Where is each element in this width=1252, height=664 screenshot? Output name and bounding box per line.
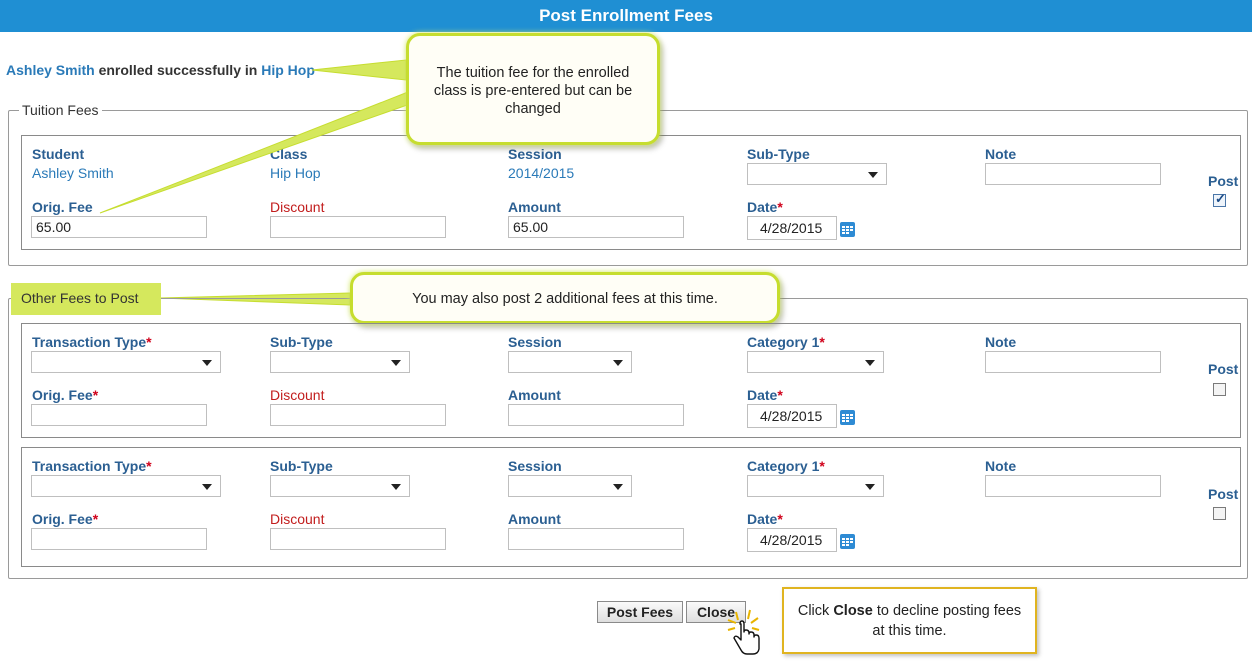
amount-label: Amount <box>508 387 561 403</box>
session-select[interactable] <box>508 351 632 373</box>
other-fees-callout: You may also post 2 additional fees at t… <box>350 272 780 324</box>
amount-input[interactable] <box>508 404 684 426</box>
post-label: Post <box>1208 361 1239 377</box>
close-tip-box: Click Close to decline posting fees at t… <box>782 587 1037 654</box>
category-label: Category 1* <box>747 458 825 474</box>
orig-fee-input[interactable] <box>31 404 207 426</box>
note-label: Note <box>985 458 1017 474</box>
other-fees-callout-text: You may also post 2 additional fees at t… <box>412 291 718 307</box>
transaction-type-select[interactable] <box>31 475 221 497</box>
calendar-icon[interactable] <box>840 410 855 425</box>
post-checkbox[interactable] <box>1213 507 1226 520</box>
session-label: Session <box>508 458 562 474</box>
discount-label: Discount <box>270 387 325 403</box>
tuition-callout-pointer <box>99 91 411 214</box>
chevron-down-icon <box>865 484 875 490</box>
post-checkbox[interactable] <box>1213 383 1226 396</box>
chevron-down-icon <box>202 360 212 366</box>
subtype-label: Sub-Type <box>270 334 333 350</box>
tuition-callout-text: The tuition fee for the enrolled class i… <box>433 65 633 117</box>
note-label: Note <box>985 334 1017 350</box>
tuition-callout: The tuition fee for the enrolled class i… <box>406 33 660 145</box>
chevron-down-icon <box>613 360 623 366</box>
discount-input[interactable] <box>270 404 446 426</box>
category-select[interactable] <box>747 475 884 497</box>
date-input[interactable]: 4/28/2015 <box>747 404 837 428</box>
subtype-label: Sub-Type <box>270 458 333 474</box>
subtype-select[interactable] <box>270 351 410 373</box>
transaction-type-select[interactable] <box>31 351 221 373</box>
chevron-down-icon <box>865 360 875 366</box>
subtype-select[interactable] <box>270 475 410 497</box>
close-tip-bold: Close <box>833 603 873 619</box>
orig-fee-label: Orig. Fee* <box>32 387 99 403</box>
session-select[interactable] <box>508 475 632 497</box>
note-input[interactable] <box>985 475 1161 497</box>
chevron-down-icon <box>202 484 212 490</box>
chevron-down-icon <box>613 484 623 490</box>
close-tip-post: to decline posting fees at this time. <box>872 603 1022 639</box>
orig-fee-label: Orig. Fee* <box>32 511 99 527</box>
chevron-down-icon <box>391 484 401 490</box>
calendar-icon[interactable] <box>840 534 855 549</box>
other-fees-legend-text: Other Fees to Post <box>21 290 139 306</box>
post-label: Post <box>1208 486 1239 502</box>
transaction-type-label: Transaction Type* <box>32 334 152 350</box>
category-label: Category 1* <box>747 334 825 350</box>
discount-input[interactable] <box>270 528 446 550</box>
session-label: Session <box>508 334 562 350</box>
note-input[interactable] <box>985 351 1161 373</box>
other-fees-legend: Other Fees to Post <box>11 283 161 315</box>
success-callout-pointer <box>311 59 407 81</box>
transaction-type-label: Transaction Type* <box>32 458 152 474</box>
date-label: Date* <box>747 511 783 527</box>
hand-cursor-icon <box>727 609 760 655</box>
date-input[interactable]: 4/28/2015 <box>747 528 837 552</box>
amount-input[interactable] <box>508 528 684 550</box>
amount-label: Amount <box>508 511 561 527</box>
orig-fee-input[interactable] <box>31 528 207 550</box>
discount-label: Discount <box>270 511 325 527</box>
post-fees-button[interactable]: Post Fees <box>597 601 683 623</box>
date-label: Date* <box>747 387 783 403</box>
category-select[interactable] <box>747 351 884 373</box>
chevron-down-icon <box>391 360 401 366</box>
close-tip-pre: Click <box>797 603 830 619</box>
